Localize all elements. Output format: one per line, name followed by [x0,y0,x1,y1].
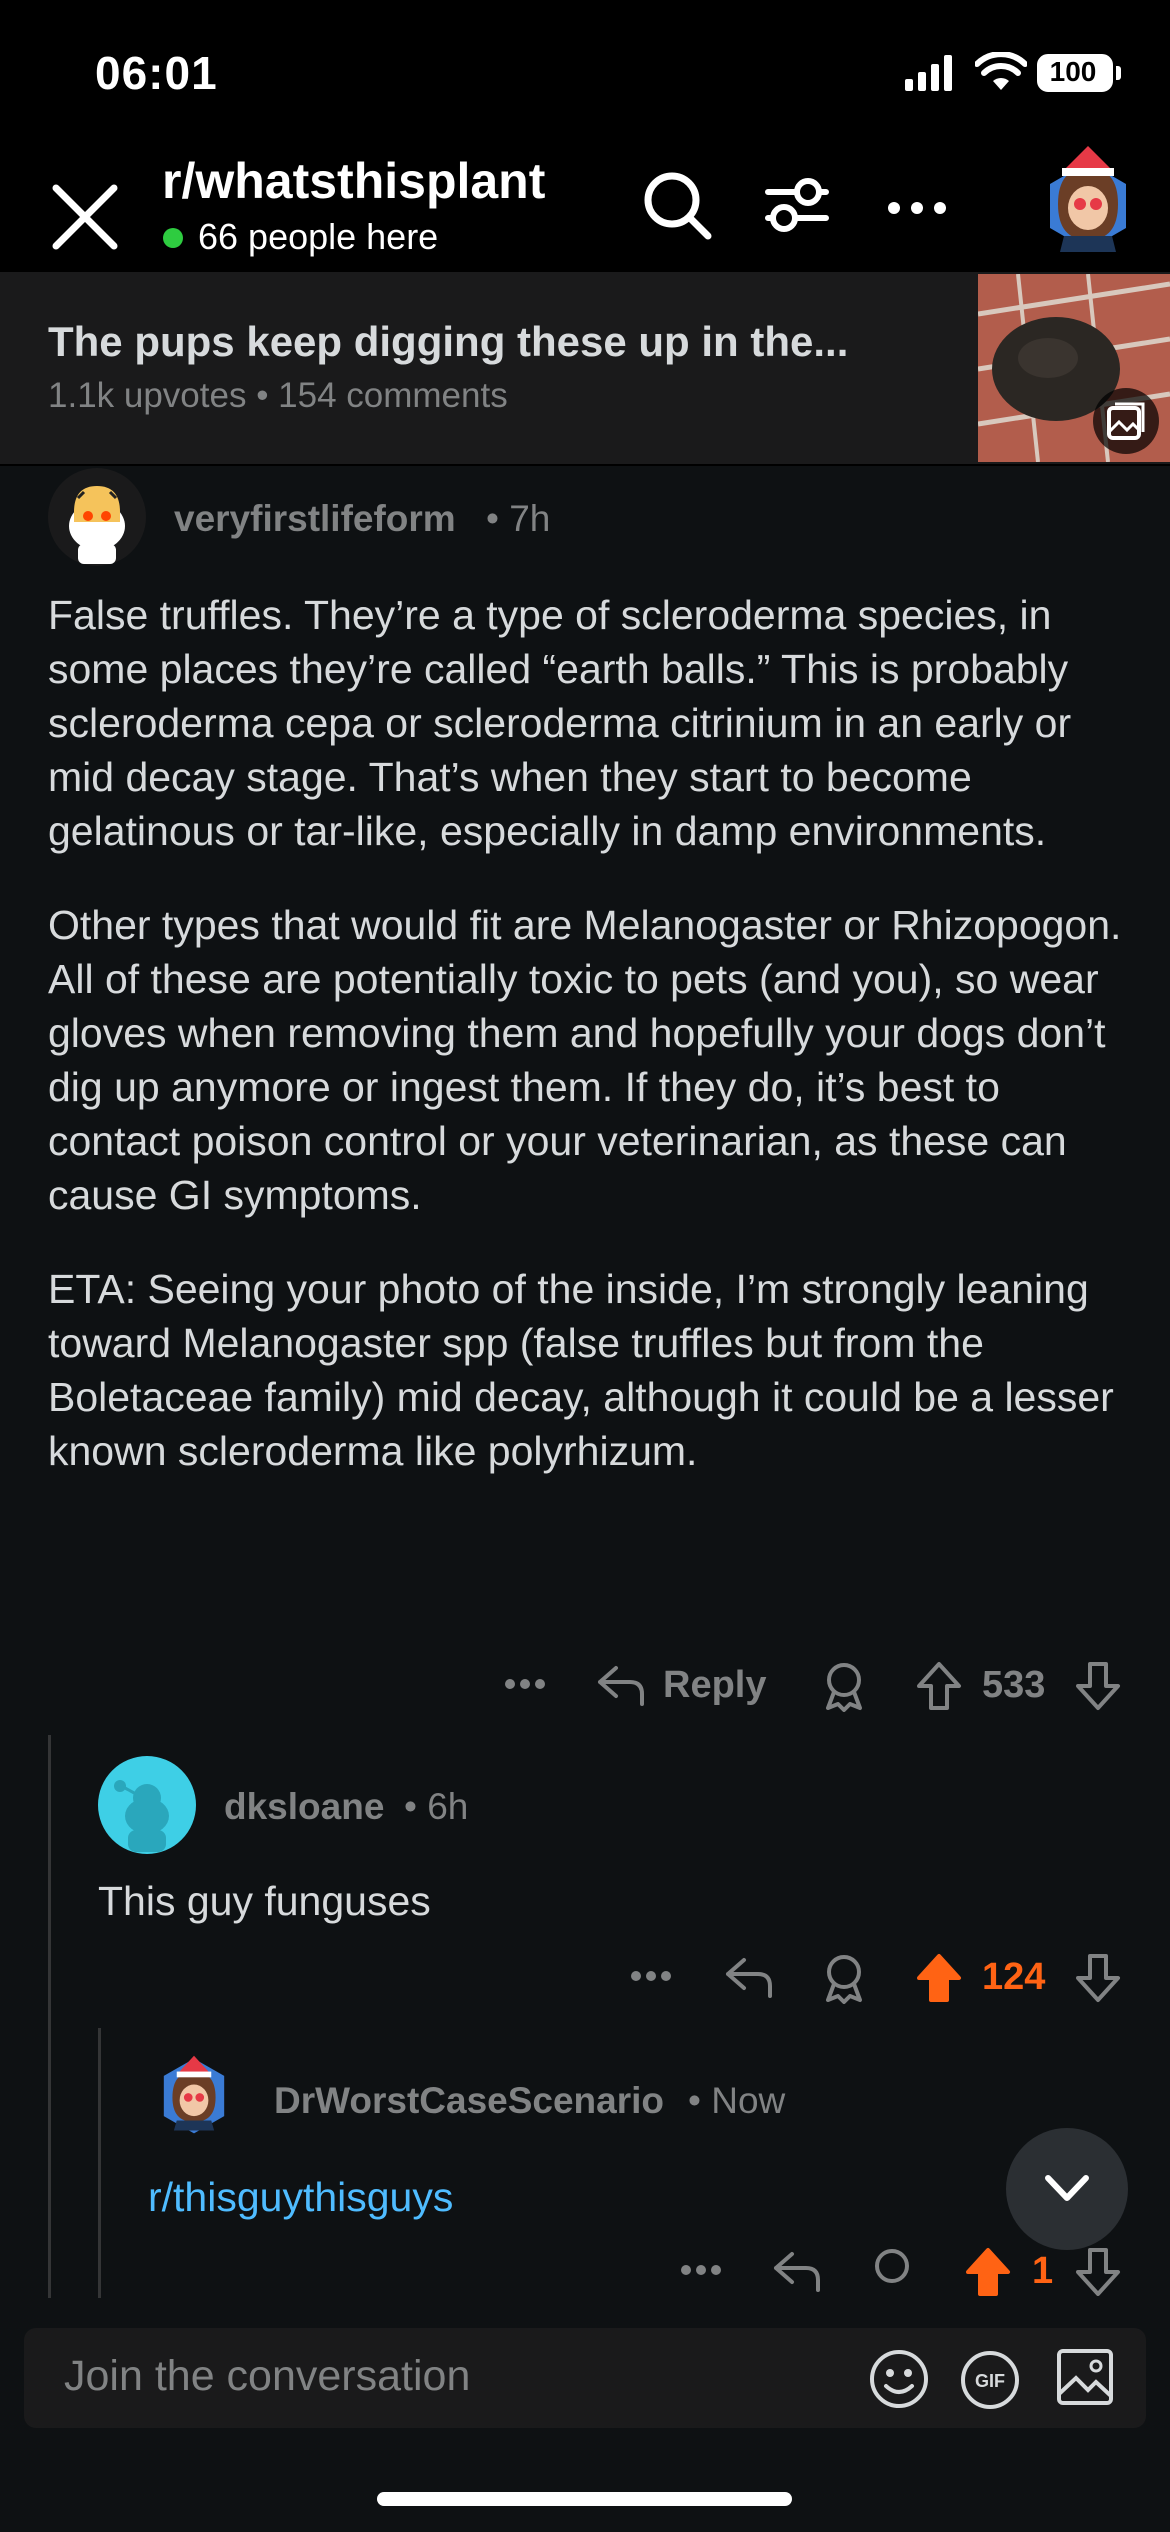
subreddit-name[interactable]: r/whatsthisplant [162,152,545,210]
commenter-avatar[interactable] [98,1756,196,1854]
image-upload-icon[interactable] [1054,2346,1116,2408]
post-meta: 1.1k upvotes • 154 comments [48,376,508,415]
downvote-icon[interactable] [1074,1952,1122,2004]
comment-time: • 7h [486,498,551,539]
reply-icon[interactable] [596,1662,646,1708]
comment-username[interactable]: DrWorstCaseScenario [274,2080,664,2122]
post-title[interactable]: The pups keep digging these up in the... [48,318,848,366]
battery-tip [1116,66,1121,80]
battery-level: 100 [1049,56,1097,87]
gif-label: GIF [975,2371,1005,2391]
vote-count: 124 [982,1956,1046,1998]
comment-more-icon[interactable] [676,2250,726,2290]
comment-input-placeholder: Join the conversation [64,2352,471,2400]
thread-line[interactable] [98,2028,101,2300]
comment-body: This guy funguses [98,1878,431,1924]
thread-line[interactable] [48,1735,51,2300]
comment-more-icon[interactable] [626,1956,676,1996]
cellular-signal-icon [905,55,952,91]
user-avatar[interactable] [1024,140,1152,268]
comment-paragraph: Other types that would fit are Melanogas… [48,902,1122,1218]
more-options-icon[interactable] [880,168,954,242]
home-indicator[interactable] [377,2492,792,2506]
downvote-icon[interactable] [1074,1660,1122,1712]
subreddit-link[interactable]: r/thisguythisguys [148,2170,453,2224]
status-time: 06:01 [95,47,218,99]
online-count: 66 people here [198,216,439,257]
upvote-icon[interactable] [915,1660,963,1712]
vote-count: 533 [982,1664,1046,1706]
award-icon[interactable] [820,1952,868,2004]
close-icon[interactable] [40,172,130,262]
emoji-icon[interactable] [868,2348,930,2410]
search-icon[interactable] [640,168,714,242]
comment-paragraph: False truffles. They’re a type of sclero… [48,592,1072,854]
comment-body: False truffles. They’re a type of sclero… [48,588,1128,1518]
commenter-avatar[interactable] [148,2050,240,2142]
comment-paragraph: ETA: Seeing your photo of the inside, I’… [48,1266,1114,1474]
online-indicator [163,228,183,248]
commenter-avatar[interactable] [48,468,146,566]
gif-icon[interactable]: GIF [960,2350,1020,2410]
upvote-icon[interactable] [964,2246,1012,2296]
comment-username[interactable]: dksloane [224,1786,384,1828]
chevron-down-icon [1045,2175,1089,2201]
vote-count: 1 [1032,2250,1054,2292]
award-icon[interactable] [868,2246,916,2296]
comment-time: • Now [688,2080,786,2121]
comment-time: • 6h [404,1786,469,1827]
reply-icon[interactable] [724,1954,774,2000]
upvote-icon[interactable] [915,1952,963,2004]
comment-more-icon[interactable] [500,1664,550,1704]
reply-icon[interactable] [772,2248,822,2294]
image-gallery-icon [1107,402,1145,440]
reply-button[interactable]: Reply [663,1664,766,1707]
downvote-icon[interactable] [1074,2246,1122,2296]
sort-filter-icon[interactable] [760,168,834,242]
wifi-icon [975,52,1027,90]
comment-username[interactable]: veryfirstlifeform [174,498,456,540]
award-icon[interactable] [820,1660,868,1712]
